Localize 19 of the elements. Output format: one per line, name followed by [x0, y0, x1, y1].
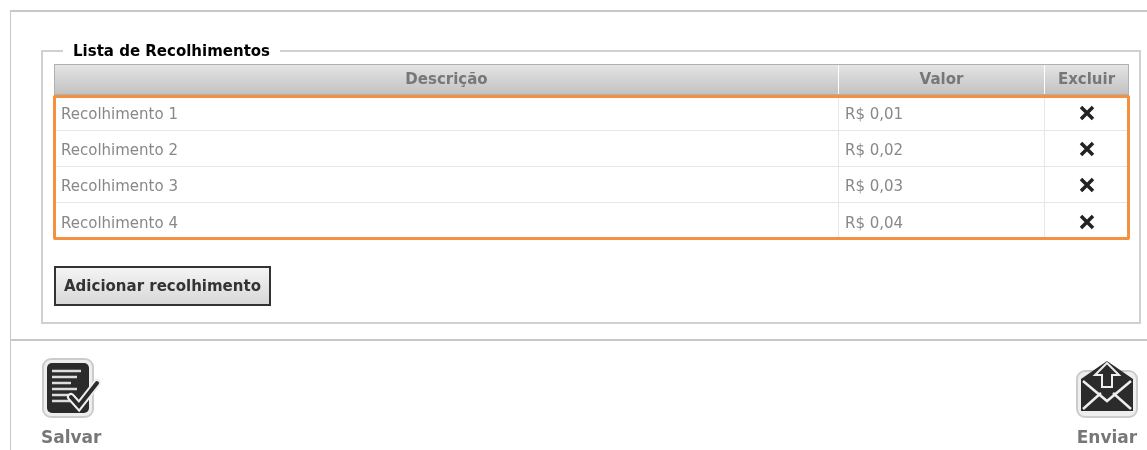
send-button[interactable]: Enviar — [1075, 356, 1139, 450]
add-button[interactable]: Adicionar recolhimento — [54, 266, 271, 306]
description-cell: Recolhimento 4 — [55, 203, 839, 239]
value-cell: R$ 0,02 — [839, 131, 1045, 166]
value-cell: R$ 0,01 — [839, 95, 1045, 130]
column-header: Descrição — [55, 65, 839, 94]
value-cell: R$ 0,03 — [839, 167, 1045, 202]
column-header: Excluir — [1056, 69, 1117, 91]
delete-icon[interactable] — [1077, 213, 1096, 231]
column-header: Valor — [839, 65, 1045, 94]
delete-icon[interactable] — [1077, 104, 1096, 122]
delete-icon[interactable] — [1077, 176, 1096, 194]
value-cell: R$ 0,04 — [839, 203, 1045, 239]
document-check-icon — [41, 356, 102, 419]
description-cell: Recolhimento 3 — [55, 167, 839, 202]
delete-icon[interactable] — [1077, 140, 1096, 158]
save-button[interactable]: Salvar — [41, 356, 102, 450]
description-cell: Recolhimento 1 — [55, 95, 839, 130]
description-cell: Recolhimento 2 — [55, 131, 839, 166]
